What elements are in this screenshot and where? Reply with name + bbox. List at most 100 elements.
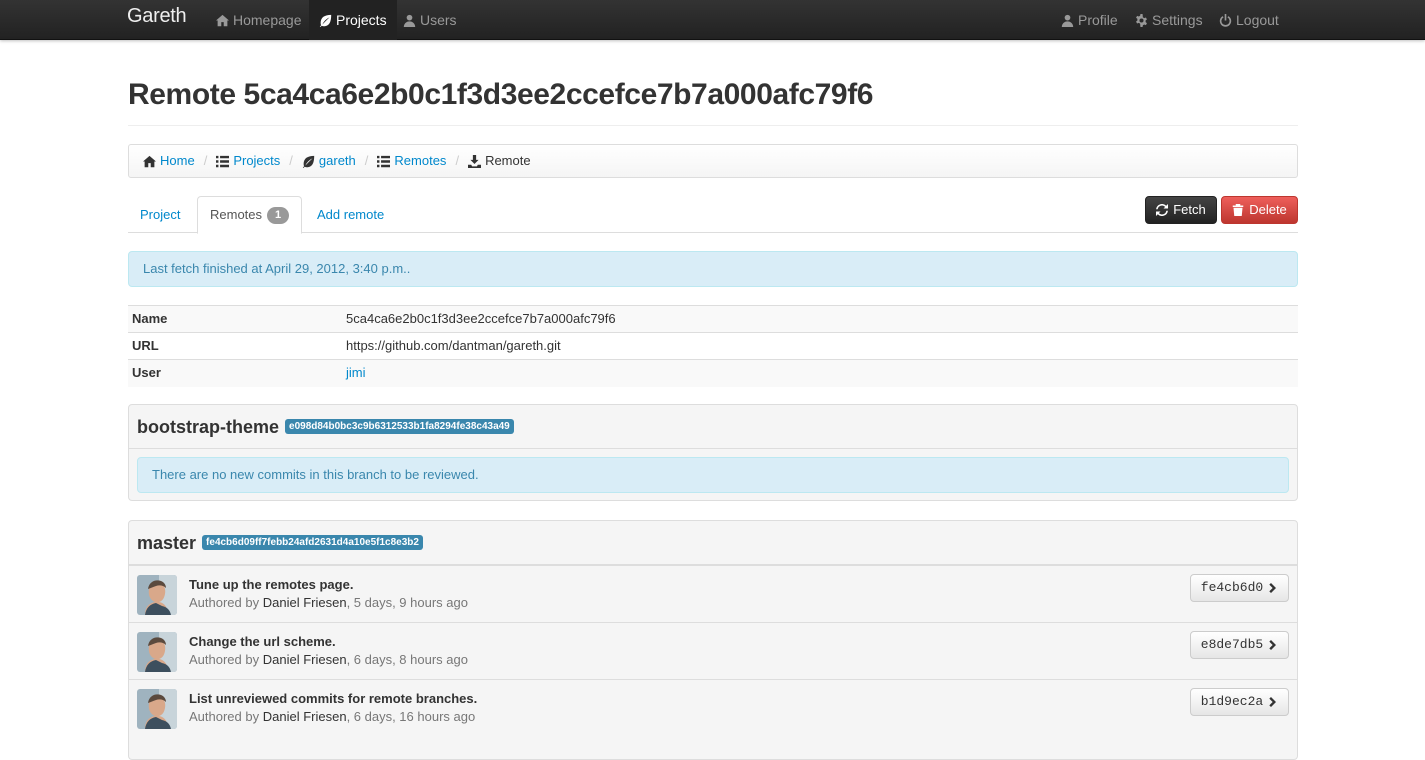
trash-icon	[1232, 204, 1244, 216]
branch-panel: bootstrap-theme e098d84b0bc3c9b6312533b1…	[128, 404, 1298, 501]
authored-by-text: Authored by	[189, 595, 260, 610]
branch-name: bootstrap-theme	[137, 416, 280, 437]
nav-item-label: Users	[420, 12, 457, 28]
delete-button[interactable]: Delete	[1221, 196, 1298, 224]
breadcrumb-label: gareth	[318, 153, 356, 168]
breadcrumb-label: Home	[160, 153, 195, 168]
chevron-right-icon	[1269, 697, 1278, 707]
authored-by-text: Authored by	[189, 709, 260, 724]
nav-item-label: Projects	[336, 12, 387, 28]
top-navbar: Gareth Homepage Projects Users Profile S…	[0, 0, 1425, 40]
nav-item-settings[interactable]: Settings	[1135, 0, 1203, 40]
remotes-count-badge: 1	[267, 206, 290, 224]
tab-label: Add remote	[317, 206, 385, 222]
nav-item-logout[interactable]: Logout	[1219, 0, 1279, 40]
list-icon	[216, 155, 229, 168]
breadcrumb-label: Projects	[233, 153, 281, 168]
detail-key: User	[128, 359, 342, 387]
commit-title: Change the url scheme.	[189, 634, 336, 649]
list-icon	[377, 155, 390, 168]
fetch-button-label: Fetch	[1173, 202, 1206, 217]
commit-author: Daniel Friesen	[262, 652, 347, 667]
commit-author: Daniel Friesen	[262, 709, 347, 724]
commit-sha: e8de7db5	[1200, 637, 1264, 652]
no-commits-alert: There are no new commits in this branch …	[137, 457, 1289, 493]
commit-meta: Authored by Daniel Friesen, 6 days, 16 h…	[189, 708, 475, 726]
remote-tabs: Project Remotes 1 Add remote	[128, 196, 1298, 234]
commit-sha-button[interactable]: b1d9ec2a	[1190, 688, 1289, 716]
detail-value: jimi	[342, 359, 1298, 387]
download-icon	[468, 155, 481, 168]
detail-value: 5ca4ca6e2b0c1f3d3ee2ccefce7b7a000afc79f6	[342, 305, 1298, 333]
brand-logo[interactable]: Gareth	[127, 6, 187, 26]
table-row: User jimi	[128, 359, 1298, 387]
table-row: URL https://github.com/dantman/gareth.gi…	[128, 332, 1298, 360]
chevron-right-icon	[1269, 583, 1278, 593]
branch-header: master fe4cb6d09ff7febb24afd2631d4a10e5f…	[129, 521, 1297, 565]
title-divider	[128, 125, 1298, 126]
branch-name: master	[137, 532, 197, 553]
table-row: Name 5ca4ca6e2b0c1f3d3ee2ccefce7b7a000af…	[128, 305, 1298, 333]
commit-row: List unreviewed commits for remote branc…	[129, 679, 1297, 736]
breadcrumb: Home / Projects / gareth / Remotes / Rem…	[128, 144, 1298, 178]
breadcrumb-projects[interactable]: Projects	[216, 152, 280, 170]
page-title: Remote 5ca4ca6e2b0c1f3d3ee2ccefce7b7a000…	[128, 78, 874, 111]
branch-sha-label: fe4cb6d09ff7febb24afd2631d4a10e5f1c8e3b2	[202, 535, 423, 550]
breadcrumb-label: Remotes	[394, 153, 447, 168]
commit-sha-button[interactable]: e8de7db5	[1190, 631, 1289, 659]
breadcrumb-divider: /	[203, 153, 208, 168]
breadcrumb-divider: /	[364, 153, 369, 168]
authored-by-text: Authored by	[189, 652, 260, 667]
commit-meta: Authored by Daniel Friesen, 5 days, 9 ho…	[189, 594, 468, 612]
chevron-right-icon	[1269, 640, 1278, 650]
tab-label: Project	[140, 206, 181, 222]
leaf-icon	[302, 155, 315, 168]
tab-label: Remotes	[210, 207, 263, 222]
commit-author: Daniel Friesen	[262, 595, 347, 610]
commit-sha-button[interactable]: fe4cb6d0	[1190, 574, 1289, 602]
nav-item-label: Logout	[1236, 12, 1279, 28]
nav-item-label: Profile	[1078, 12, 1118, 28]
remote-details-table: Name 5ca4ca6e2b0c1f3d3ee2ccefce7b7a000af…	[128, 305, 1298, 387]
commit-meta: Authored by Daniel Friesen, 6 days, 8 ho…	[189, 651, 468, 669]
commit-row: Tune up the remotes page. Authored by Da…	[129, 565, 1297, 622]
nav-item-label: Settings	[1152, 12, 1203, 28]
detail-key: Name	[128, 305, 342, 333]
leaf-icon	[319, 14, 332, 27]
breadcrumb-label: Remote	[485, 153, 531, 168]
nav-item-homepage[interactable]: Homepage	[216, 0, 302, 40]
commit-age: , 6 days, 8 hours ago	[346, 652, 468, 667]
commit-title: List unreviewed commits for remote branc…	[189, 691, 478, 706]
user-link[interactable]: jimi	[346, 365, 366, 380]
breadcrumb-remote-current: Remote	[468, 152, 531, 170]
breadcrumb-remotes[interactable]: Remotes	[377, 152, 446, 170]
fetch-status-alert: Last fetch finished at April 29, 2012, 3…	[128, 251, 1298, 287]
commit-title: Tune up the remotes page.	[189, 577, 354, 592]
power-icon	[1219, 14, 1232, 27]
home-icon	[143, 155, 156, 168]
branch-panel: master fe4cb6d09ff7febb24afd2631d4a10e5f…	[128, 520, 1298, 760]
nav-item-users[interactable]: Users	[403, 0, 457, 40]
commit-sha: fe4cb6d0	[1200, 580, 1264, 595]
tab-project[interactable]: Project	[128, 196, 192, 233]
tab-remotes[interactable]: Remotes 1	[197, 196, 303, 234]
nav-item-projects[interactable]: Projects	[309, 0, 397, 40]
fetch-button[interactable]: Fetch	[1145, 196, 1217, 224]
commit-age: , 5 days, 9 hours ago	[346, 595, 468, 610]
commit-age: , 6 days, 16 hours ago	[346, 709, 476, 724]
commit-row: Change the url scheme. Authored by Danie…	[129, 622, 1297, 679]
breadcrumb-divider: /	[289, 153, 293, 168]
breadcrumb-home[interactable]: Home	[143, 152, 195, 170]
home-icon	[216, 14, 229, 27]
author-avatar	[137, 689, 177, 729]
nav-item-profile[interactable]: Profile	[1061, 0, 1118, 40]
user-icon	[1061, 14, 1074, 27]
commit-sha: b1d9ec2a	[1200, 694, 1264, 709]
breadcrumb-project-gareth[interactable]: gareth	[302, 152, 356, 170]
gear-icon	[1135, 14, 1148, 27]
breadcrumb-divider: /	[455, 153, 460, 168]
tab-add-remote[interactable]: Add remote	[305, 196, 396, 233]
branch-header: bootstrap-theme e098d84b0bc3c9b6312533b1…	[129, 405, 1297, 449]
refresh-icon	[1156, 204, 1168, 216]
user-icon	[403, 14, 416, 27]
